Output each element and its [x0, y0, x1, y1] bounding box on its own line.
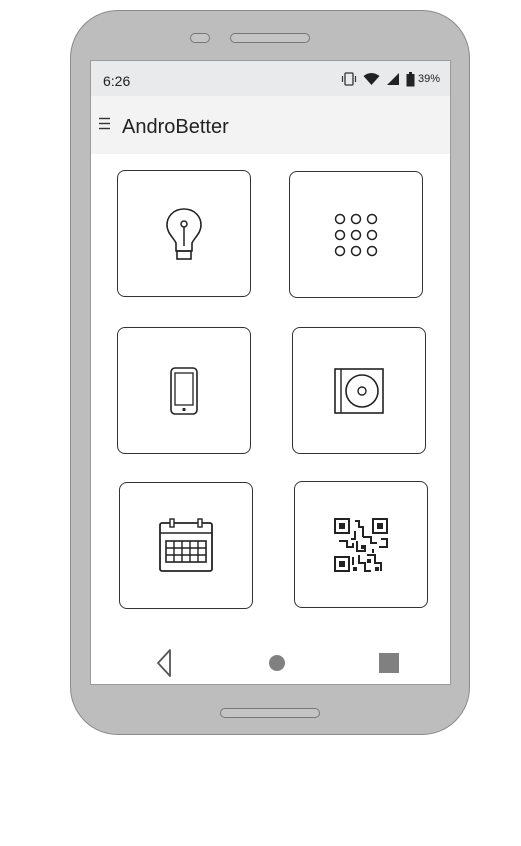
tile-disc-case[interactable]: [292, 327, 426, 454]
app-bar: AndroBetter: [91, 96, 450, 154]
lightbulb-icon: [166, 207, 202, 260]
back-icon[interactable]: [155, 648, 173, 678]
qr-code-icon: [334, 517, 388, 572]
tile-qr-code[interactable]: [294, 481, 428, 608]
disc-case-icon: [334, 367, 384, 414]
status-bar: 6:26 39%: [91, 61, 450, 96]
hamburger-menu-icon[interactable]: [99, 117, 111, 130]
dialpad-icon: [334, 213, 378, 256]
calendar-icon: [159, 517, 213, 572]
status-icons: 39%: [341, 71, 440, 87]
earpiece-speaker: [230, 33, 310, 43]
signal-icon: [386, 73, 399, 85]
tile-lightbulb[interactable]: [117, 170, 251, 297]
tile-smartphone[interactable]: [117, 327, 251, 454]
wifi-icon: [363, 73, 380, 85]
tile-dialpad[interactable]: [289, 171, 423, 298]
recents-icon[interactable]: [378, 652, 400, 674]
phone-bottom-bar: [220, 708, 320, 718]
home-icon[interactable]: [268, 654, 286, 672]
tile-calendar[interactable]: [119, 482, 253, 609]
app-title: AndroBetter: [122, 116, 229, 138]
battery-percent: 39%: [417, 73, 440, 85]
phone-screen: 6:26 39% AndroBetter: [90, 60, 451, 685]
vibrate-icon: [341, 72, 357, 86]
smartphone-icon: [170, 366, 198, 415]
battery-icon: [406, 71, 415, 86]
front-camera: [190, 33, 210, 43]
status-time: 6:26: [103, 73, 131, 89]
